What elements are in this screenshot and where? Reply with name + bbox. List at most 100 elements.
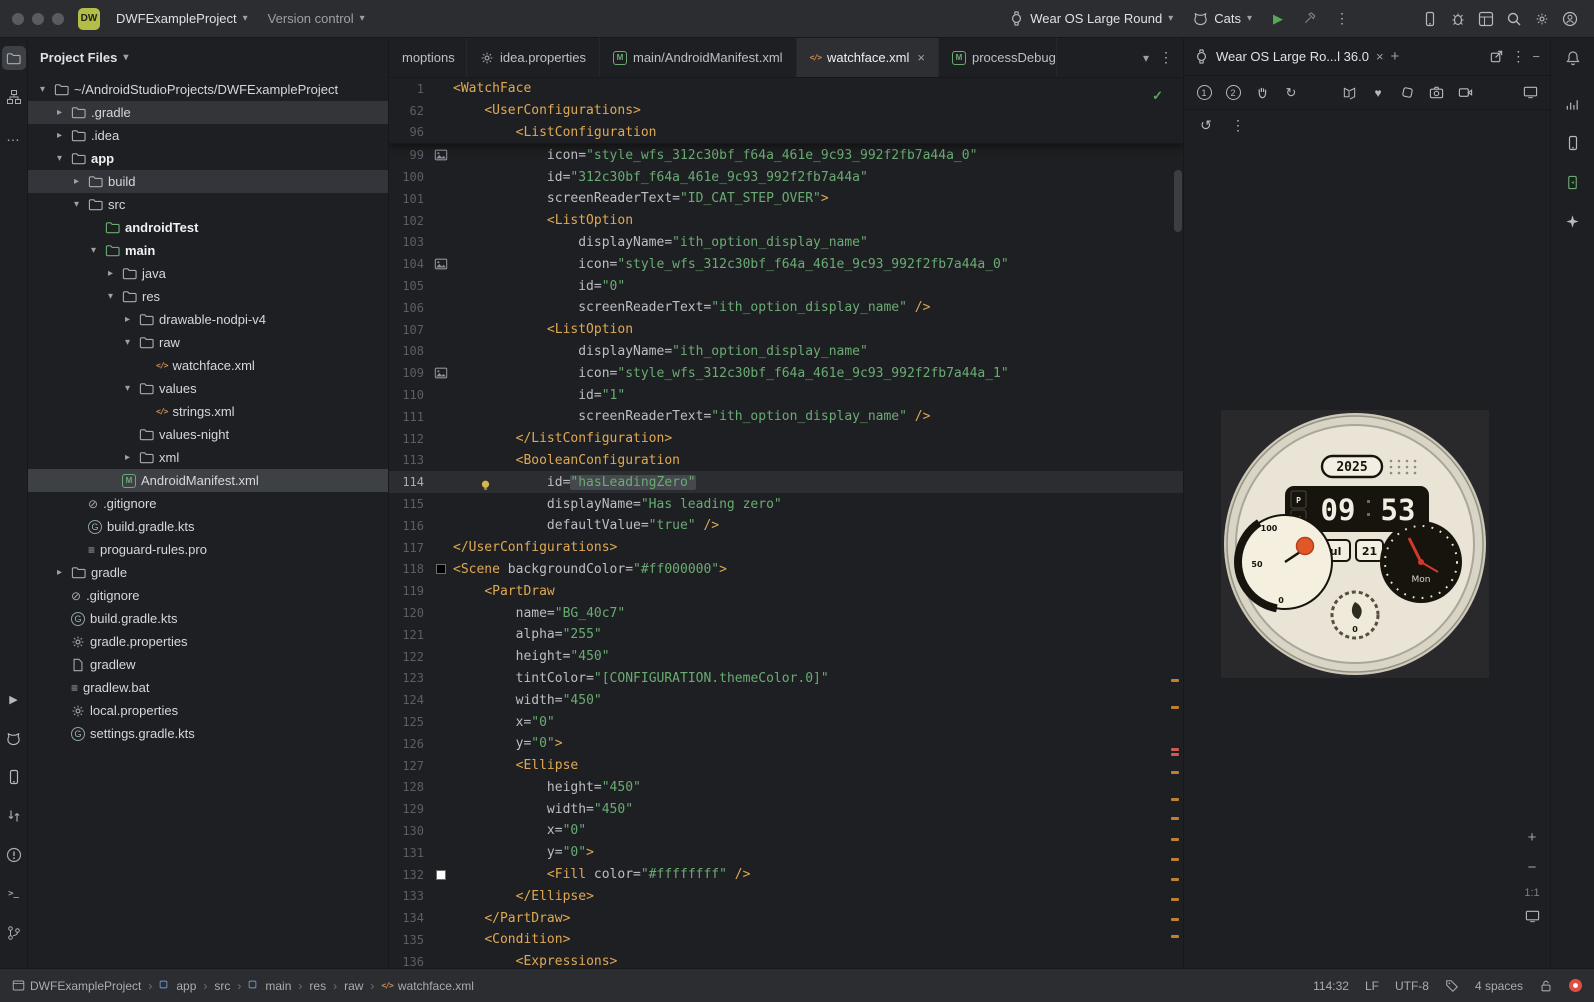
code-line-105[interactable]: 105 id="0" <box>389 275 1183 297</box>
code-line-131[interactable]: 131 y="0"> <box>389 842 1183 864</box>
code-line-121[interactable]: 121 alpha="255" <box>389 624 1183 646</box>
settings-button[interactable] <box>1528 5 1556 33</box>
analysis-stripe-mark[interactable] <box>1171 798 1179 801</box>
fold-button[interactable] <box>1339 83 1359 103</box>
editor-tab-main-androidmanifest-xml[interactable]: Mmain/AndroidManifest.xml <box>600 38 797 77</box>
tree-item-settings-gradle-kts[interactable]: Gsettings.gradle.kts <box>28 722 388 745</box>
line-separator[interactable]: LF <box>1365 979 1379 993</box>
version-control-menu[interactable]: Version control ▾ <box>260 7 373 30</box>
code-line-100[interactable]: 100 id="312c30bf_f64a_461e_9c93_992f2fb7… <box>389 166 1183 188</box>
tree-item-proguard-rules-pro[interactable]: ≡ proguard-rules.pro <box>28 538 388 561</box>
account-button[interactable] <box>1556 5 1584 33</box>
code-line-110[interactable]: 110 id="1" <box>389 384 1183 406</box>
breadcrumb-item-raw[interactable]: raw <box>344 979 363 993</box>
chevron-down-icon[interactable]: ▾ <box>87 245 100 256</box>
code-line-111[interactable]: 111 screenReaderText="ith_option_display… <box>389 406 1183 428</box>
tree-item-watchface-xml[interactable]: </> watchface.xml <box>28 354 388 377</box>
tree-item-idea[interactable]: ▸ .idea <box>28 124 388 147</box>
tree-item-androidstudioprojects-dwfexampleproject[interactable]: ▾ ~/AndroidStudioProjects/DWFExampleProje… <box>28 78 388 101</box>
code-line-119[interactable]: 119 <PartDraw <box>389 580 1183 602</box>
add-device-tab-icon[interactable]: + <box>1391 48 1400 65</box>
tool-window-version-control[interactable] <box>2 921 26 945</box>
chevron-right-icon[interactable]: ▸ <box>121 314 134 325</box>
intention-bulb-icon[interactable] <box>479 479 492 496</box>
tree-item-gradlew-bat[interactable]: ≡ gradlew.bat <box>28 676 388 699</box>
code-line-116[interactable]: 116 defaultValue="true" /> <box>389 515 1183 537</box>
code-line-120[interactable]: 120 name="BG_40c7" <box>389 602 1183 624</box>
run-config-selector[interactable]: Cats ▾ <box>1185 7 1260 30</box>
tree-item-gitignore[interactable]: ⊘ .gitignore <box>28 584 388 607</box>
analysis-stripe-mark[interactable] <box>1171 918 1179 921</box>
code-line-125[interactable]: 125 x="0" <box>389 711 1183 733</box>
code-line-124[interactable]: 124 width="450" <box>389 689 1183 711</box>
chevron-right-icon[interactable]: ▸ <box>104 268 117 279</box>
tree-item-res[interactable]: ▾ res <box>28 285 388 308</box>
code-line-117[interactable]: 117 </UserConfigurations> <box>389 537 1183 559</box>
zoom-out-button[interactable]: − <box>1522 857 1542 877</box>
screen-record-button[interactable] <box>1455 83 1475 103</box>
code-line-126[interactable]: 126 y="0"> <box>389 733 1183 755</box>
tree-item-values-night[interactable]: values-night <box>28 423 388 446</box>
chevron-right-icon[interactable]: ▸ <box>70 176 83 187</box>
chevron-down-icon[interactable]: ▾ <box>121 337 134 348</box>
code-line-128[interactable]: 128 height="450" <box>389 777 1183 799</box>
analysis-stripe-mark[interactable] <box>1171 838 1179 841</box>
profiler-button[interactable] <box>1444 5 1472 33</box>
code-line-134[interactable]: 134 </PartDraw> <box>389 907 1183 929</box>
tree-item-java[interactable]: ▸ java <box>28 262 388 285</box>
code-line-130[interactable]: 130 x="0" <box>389 820 1183 842</box>
breadcrumb-item-res[interactable]: res <box>309 979 326 993</box>
editor-tab-idea-properties[interactable]: idea.properties <box>467 38 600 77</box>
chevron-right-icon[interactable]: ▸ <box>121 452 134 463</box>
breadcrumb-item-src[interactable]: src <box>214 979 230 993</box>
tool-window-problems[interactable] <box>2 843 26 867</box>
code-line-102[interactable]: 102 <ListOption <box>389 210 1183 232</box>
breadcrumb-item-app[interactable]: app <box>159 979 196 993</box>
code-line-108[interactable]: 108 displayName="ith_option_display_name… <box>389 341 1183 363</box>
tree-item-gitignore[interactable]: ⊘ .gitignore <box>28 492 388 515</box>
code-line-115[interactable]: 115 displayName="Has leading zero" <box>389 493 1183 515</box>
run-button[interactable]: ▶ <box>1264 5 1292 33</box>
tool-window-run[interactable]: ▶ <box>2 687 26 711</box>
code-line-129[interactable]: 129 width="450" <box>389 798 1183 820</box>
tab-options-icon[interactable]: ⋮ <box>1159 49 1173 66</box>
screenshot-button[interactable] <box>1426 83 1446 103</box>
chevron-right-icon[interactable]: ▸ <box>53 107 66 118</box>
hidden-tabs-icon[interactable]: ▾ <box>1143 51 1149 65</box>
analysis-stripe-mark[interactable] <box>1171 858 1179 861</box>
wear-button-2-button[interactable]: 2 <box>1223 83 1243 103</box>
tool-window-device-manager[interactable] <box>2 765 26 789</box>
tree-item-androidtest[interactable]: androidTest <box>28 216 388 239</box>
chevron-down-icon[interactable]: ▾ <box>70 199 83 210</box>
chevron-down-icon[interactable]: ▾ <box>121 383 134 394</box>
tilt-button[interactable] <box>1397 83 1417 103</box>
breadcrumb-item-watchface-xml[interactable]: </> watchface.xml <box>381 979 473 993</box>
analysis-stripe-mark[interactable] <box>1171 753 1179 756</box>
tree-item-src[interactable]: ▾ src <box>28 193 388 216</box>
breadcrumb-item-dwfexampleproject[interactable]: DWFExampleProject <box>12 979 141 993</box>
code-line-62[interactable]: 62 <UserConfigurations> <box>389 100 1183 122</box>
caret-position[interactable]: 114:32 <box>1313 979 1349 993</box>
code-line-136[interactable]: 136 <Expressions> <box>389 951 1183 968</box>
fit-screen-icon[interactable] <box>1525 909 1540 924</box>
analysis-stripe-mark[interactable] <box>1171 679 1179 682</box>
kebab-icon[interactable]: ⋮ <box>1511 48 1525 65</box>
code-line-96[interactable]: 96 <ListConfiguration <box>389 122 1183 144</box>
breadcrumb-item-main[interactable]: main <box>248 979 291 993</box>
code-line-133[interactable]: 133 </Ellipse> <box>389 885 1183 907</box>
code-line-101[interactable]: 101 screenReaderText="ID_CAT_STEP_OVER"> <box>389 188 1183 210</box>
code-line-99[interactable]: 99 icon="style_wfs_312c30bf_f64a_461e_9c… <box>389 144 1183 166</box>
tool-window-structure[interactable] <box>2 85 26 109</box>
code-line-135[interactable]: 135 <Condition> <box>389 929 1183 951</box>
analysis-stripe-mark[interactable] <box>1171 748 1179 751</box>
watch-emulator[interactable]: 2025 P M 09 53 <box>1221 410 1489 678</box>
tool-window-app-inspection[interactable] <box>2 804 26 828</box>
editor-tab-watchface-xml[interactable]: </> watchface.xml × <box>796 38 939 77</box>
analysis-stripe-mark[interactable] <box>1171 817 1179 820</box>
tree-item-local-properties[interactable]: local.properties <box>28 699 388 722</box>
tree-item-gradle[interactable]: ▸ gradle <box>28 561 388 584</box>
tool-window-terminal[interactable]: >_ <box>2 882 26 906</box>
close-window-icon[interactable] <box>12 12 24 25</box>
tool-window-project[interactable] <box>1 46 26 70</box>
tree-item-values[interactable]: ▾ values <box>28 377 388 400</box>
